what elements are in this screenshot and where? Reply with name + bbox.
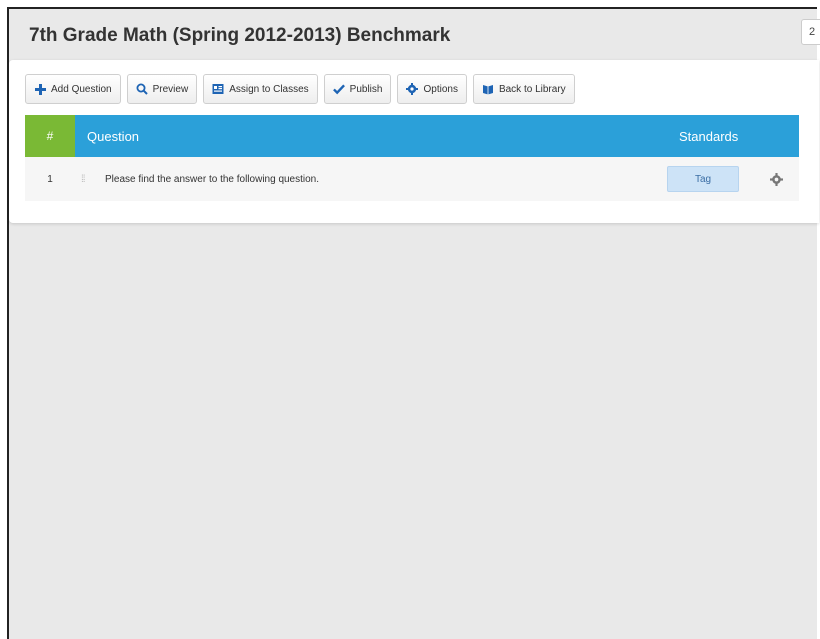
column-header-question[interactable]: Question <box>75 115 665 157</box>
assign-to-classes-button[interactable]: Assign to Classes <box>203 74 318 104</box>
options-label: Options <box>423 83 458 95</box>
column-header-number[interactable]: # <box>25 115 75 157</box>
column-header-standards[interactable]: Standards <box>665 115 799 157</box>
table-header: # Question Standards <box>25 115 799 157</box>
options-button[interactable]: Options <box>397 74 467 104</box>
assign-to-classes-label: Assign to Classes <box>229 83 309 95</box>
publish-button[interactable]: Publish <box>323 74 392 104</box>
table-row[interactable]: 1 ⁞⁞ Please find the answer to the follo… <box>25 157 799 201</box>
add-question-label: Add Question <box>51 83 112 95</box>
question-card: Add Question Preview Assign to Classes P… <box>9 60 819 223</box>
add-question-button[interactable]: Add Question <box>25 74 121 104</box>
book-icon <box>482 83 494 95</box>
gear-icon <box>406 83 419 95</box>
question-text[interactable]: Please find the answer to the following … <box>95 174 667 185</box>
drag-handle-icon[interactable]: ⁞⁞ <box>81 174 95 185</box>
row-number: 1 <box>47 173 53 185</box>
preview-label: Preview <box>152 83 189 95</box>
gear-icon[interactable] <box>769 172 783 186</box>
plus-icon <box>34 83 46 95</box>
corner-label[interactable]: 2 <box>801 19 820 45</box>
classes-icon <box>212 83 224 95</box>
toolbar: Add Question Preview Assign to Classes P… <box>25 74 575 104</box>
publish-label: Publish <box>349 83 383 95</box>
search-icon <box>136 83 148 95</box>
check-icon <box>332 83 345 95</box>
tag-button[interactable]: Tag <box>667 166 739 192</box>
questions-table: # Question Standards 1 ⁞⁞ Please find th… <box>25 115 799 201</box>
back-to-library-label: Back to Library <box>498 83 566 95</box>
page-title: 7th Grade Math (Spring 2012-2013) Benchm… <box>29 25 451 46</box>
preview-button[interactable]: Preview <box>126 74 198 104</box>
back-to-library-button[interactable]: Back to Library <box>472 74 575 104</box>
